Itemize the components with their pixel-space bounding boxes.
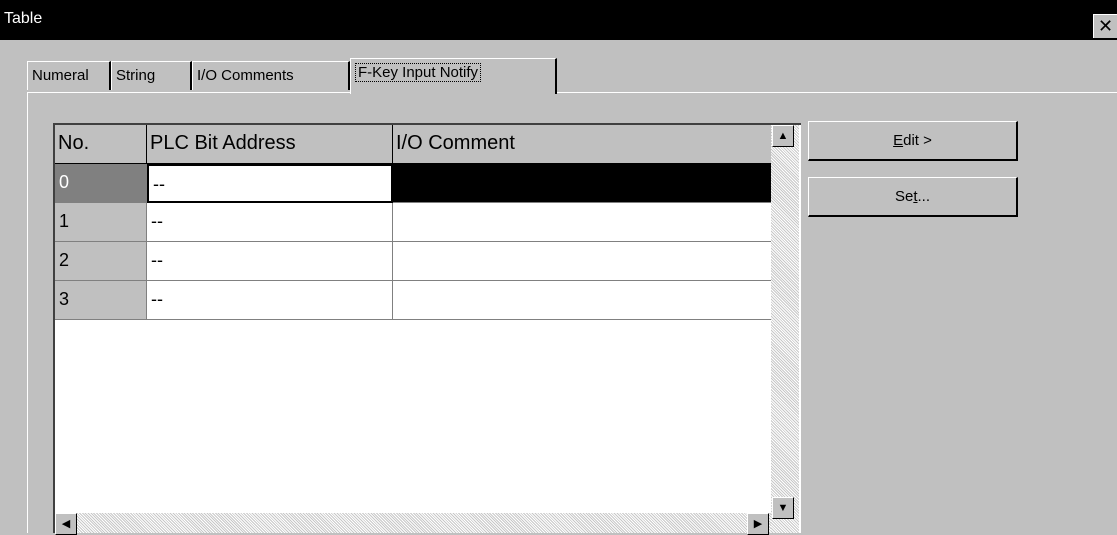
close-icon: ✕ — [1097, 16, 1114, 36]
set-label: Se — [894, 188, 914, 205]
address-cell[interactable]: -- — [147, 281, 393, 320]
scroll-right-button[interactable]: ▶ — [747, 513, 769, 535]
set-button[interactable]: Set... — [808, 177, 1018, 217]
address-cell[interactable]: -- — [147, 203, 393, 242]
window-title: Table — [4, 10, 43, 27]
io-comment-grid[interactable]: No. PLC Bit Address I/O Comment 0 -- 1 -… — [53, 123, 801, 533]
address-cell[interactable]: -- — [147, 242, 393, 281]
row-header[interactable]: 1 — [55, 203, 147, 242]
tab-io-comments[interactable]: I/O Comments — [192, 61, 350, 90]
edit-button[interactable]: Edit > — [808, 121, 1018, 161]
edit-label: dit > — [903, 132, 932, 149]
tab-fkey-input-notify[interactable]: F-Key Input Notify — [350, 58, 557, 94]
comment-cell[interactable] — [393, 242, 773, 281]
row-header[interactable]: 2 — [55, 242, 147, 281]
arrow-up-icon: ▲ — [777, 130, 789, 142]
scroll-left-button[interactable]: ◀ — [55, 513, 77, 535]
column-header-io-comment[interactable]: I/O Comment — [393, 125, 773, 164]
set-ellipsis: ... — [917, 188, 931, 205]
scroll-up-button[interactable]: ▲ — [772, 125, 794, 147]
comment-cell[interactable] — [393, 203, 773, 242]
title-bar: Table ✕ — [0, 0, 1117, 40]
arrow-down-icon: ▼ — [777, 502, 789, 514]
vertical-scrollbar[interactable]: ▲ ▼ — [771, 125, 799, 533]
row-header[interactable]: 0 — [55, 164, 147, 203]
close-button[interactable]: ✕ — [1093, 14, 1117, 38]
horizontal-scrollbar[interactable]: ◀ ▶ — [55, 513, 771, 535]
scroll-down-button[interactable]: ▼ — [772, 497, 794, 519]
arrow-left-icon: ◀ — [61, 518, 71, 530]
column-header-plc-bit-address[interactable]: PLC Bit Address — [147, 125, 393, 164]
comment-cell[interactable] — [393, 164, 773, 203]
edit-accelerator: E — [893, 132, 904, 149]
tab-string[interactable]: String — [111, 61, 192, 90]
tab-numeral[interactable]: Numeral — [27, 61, 111, 90]
address-cell[interactable]: -- — [147, 164, 393, 203]
comment-cell[interactable] — [393, 281, 773, 320]
row-header[interactable]: 3 — [55, 281, 147, 320]
arrow-right-icon: ▶ — [753, 518, 763, 530]
column-header-no[interactable]: No. — [55, 125, 147, 164]
